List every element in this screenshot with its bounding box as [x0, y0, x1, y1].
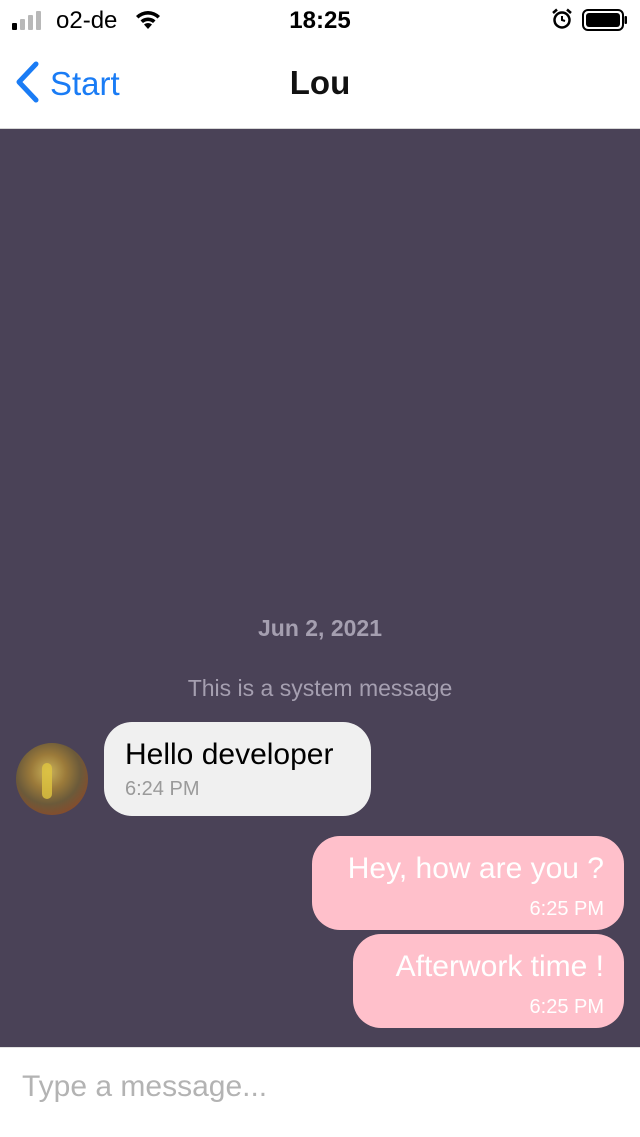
message-input[interactable]: [20, 1062, 624, 1112]
message-time: 6:25 PM: [529, 996, 604, 1018]
alarm-icon: [551, 8, 573, 35]
message-bubble-outgoing[interactable]: Hey, how are you ? 6:25 PM: [312, 836, 624, 930]
message-bubble-incoming[interactable]: Hello developer 6:24 PM: [104, 722, 371, 816]
message-text: Hey, how are you ?: [347, 852, 604, 885]
message-time: 6:24 PM: [125, 778, 200, 800]
message-bubble-outgoing[interactable]: Afterwork time ! 6:25 PM: [353, 934, 624, 1028]
page-title: Lou: [289, 64, 351, 101]
chat-message-list[interactable]: Jun 2, 2021 This is a system message Hel…: [0, 129, 640, 1047]
message-time: 6:25 PM: [529, 898, 604, 920]
date-separator: Jun 2, 2021: [257, 615, 383, 641]
message-text: Afterwork time !: [395, 950, 604, 983]
status-bar: o2-de 18:25: [0, 0, 640, 40]
system-message: This is a system message: [187, 675, 453, 701]
message-composer: [0, 1047, 640, 1137]
status-time: 18:25: [289, 7, 351, 34]
avatar[interactable]: [16, 743, 88, 815]
battery-icon: [582, 9, 628, 36]
navigation-bar: Start Lou: [0, 40, 640, 129]
message-text: Hello developer: [125, 738, 334, 771]
